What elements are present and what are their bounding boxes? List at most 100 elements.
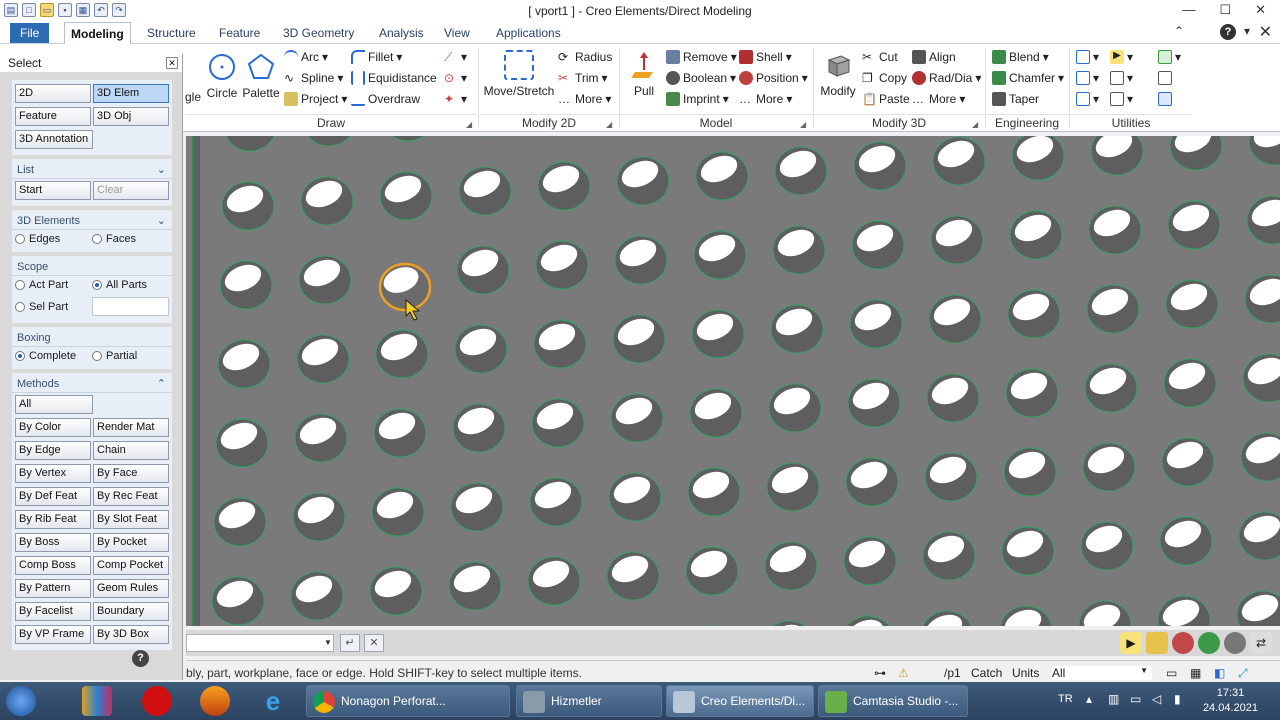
help-dropdown-icon[interactable]: ▾ [1244, 24, 1250, 38]
hole[interactable] [693, 230, 747, 280]
rectangle-button[interactable]: gle [184, 56, 202, 104]
filter-feature-button[interactable]: Feature [15, 107, 91, 126]
taskbar-item[interactable]: Creo Elements/Di... [666, 685, 814, 717]
maximize-button[interactable]: ☐ [1219, 2, 1231, 18]
cut-button[interactable]: ✂ Cut [862, 50, 898, 64]
hole[interactable] [845, 457, 899, 507]
hole[interactable] [768, 383, 822, 433]
help-icon[interactable]: ? [1220, 24, 1236, 40]
complete-radio[interactable]: Complete [15, 350, 92, 362]
firefox-icon[interactable] [200, 686, 230, 716]
palette-button[interactable]: Palette [242, 52, 280, 100]
help-icon[interactable]: ? [132, 650, 149, 667]
ribbon-options-icon[interactable]: ⌃ [1174, 24, 1184, 38]
hole[interactable] [1236, 590, 1280, 626]
internet-explorer-icon[interactable]: e [258, 686, 288, 716]
hole[interactable] [298, 255, 352, 305]
hole[interactable] [1082, 442, 1136, 492]
taskbar-item[interactable]: Hizmetler [516, 685, 662, 717]
more-3d-button[interactable]: … More ▾ [912, 92, 965, 106]
hole[interactable] [1244, 274, 1280, 324]
utility-button-2[interactable]: ▾ [1076, 71, 1099, 85]
hole[interactable] [608, 472, 662, 522]
battery-icon[interactable]: ▭ [1130, 692, 1141, 706]
tab-file[interactable]: File [10, 23, 50, 43]
modify-3d-launcher-icon[interactable]: ◢ [972, 120, 978, 129]
hole[interactable] [770, 304, 824, 354]
paste-button[interactable]: 📋 Paste [862, 92, 910, 106]
select-arrow-icon[interactable]: ▶ [1120, 632, 1142, 654]
line-tool-button[interactable]: ⟋ ▾ [444, 50, 467, 64]
tray-expand-icon[interactable]: ▴ [1086, 692, 1092, 706]
hole[interactable] [1086, 284, 1140, 334]
hole[interactable] [606, 551, 660, 601]
hole[interactable] [531, 398, 585, 448]
filter-3d-annotation-button[interactable]: 3D Annotation [15, 130, 93, 149]
filter-3d-obj-button[interactable]: 3D Obj [93, 107, 169, 126]
enter-button[interactable]: ↵ [340, 634, 360, 652]
table-button[interactable] [1158, 92, 1172, 106]
method-button[interactable]: By Slot Feat [93, 510, 169, 529]
chevron-down-icon[interactable]: ▼ [324, 638, 332, 647]
overdraw-button[interactable]: Overdraw [351, 92, 420, 106]
hole[interactable] [687, 467, 741, 517]
pinned-app-icon[interactable] [82, 686, 112, 716]
hole[interactable] [851, 220, 905, 270]
hole[interactable] [296, 334, 350, 384]
method-button[interactable]: Boundary [93, 602, 169, 621]
hole[interactable] [1238, 511, 1280, 561]
hole[interactable] [1078, 600, 1132, 626]
hole[interactable] [382, 136, 434, 142]
hole[interactable] [1009, 210, 1063, 260]
hole[interactable] [290, 571, 344, 621]
hole[interactable] [448, 561, 502, 611]
close-button[interactable]: ✕ [1255, 2, 1266, 18]
tab-modeling[interactable]: Modeling [64, 22, 131, 44]
method-button[interactable]: By Boss [15, 533, 91, 552]
method-button[interactable]: Render Mat [93, 418, 169, 437]
trim-button[interactable]: ✂ Trim ▾ [558, 71, 608, 85]
hole[interactable] [450, 482, 504, 532]
circle-button[interactable]: Circle [205, 52, 239, 100]
hole[interactable] [454, 324, 508, 374]
fit-icon[interactable]: ⤢ [1238, 666, 1248, 681]
hole[interactable] [930, 215, 984, 265]
hole[interactable] [1080, 521, 1134, 571]
hole[interactable] [303, 136, 355, 147]
tab-applications[interactable]: Applications [490, 22, 567, 44]
chevron-down-icon[interactable]: ⌄ [157, 161, 166, 179]
units-button[interactable]: Units [1012, 666, 1039, 680]
partial-radio[interactable]: Partial [92, 350, 169, 362]
hole[interactable] [292, 492, 346, 542]
hole[interactable] [616, 156, 670, 206]
hole[interactable] [926, 373, 980, 423]
act-part-radio[interactable]: Act Part [15, 279, 92, 291]
method-button[interactable]: By Color [15, 418, 91, 437]
start-button[interactable] [6, 686, 36, 716]
hole[interactable] [684, 625, 736, 626]
hole[interactable] [928, 294, 982, 344]
hole[interactable] [842, 615, 894, 626]
hole[interactable] [849, 299, 903, 349]
warning-icon[interactable]: ⚠ [898, 666, 909, 680]
selection-filter-select[interactable]: All ▼ [1052, 666, 1152, 680]
sel-part-input[interactable] [91, 297, 169, 316]
sphere-icon[interactable] [1224, 632, 1246, 654]
clear-button[interactable]: Clear [93, 181, 169, 200]
hole[interactable] [300, 176, 354, 226]
hole[interactable] [772, 225, 826, 275]
cancel-button[interactable]: ✕ [364, 634, 384, 652]
info-button[interactable]: ▾ [1110, 92, 1133, 106]
spline-button[interactable]: ∿ Spline ▾ [284, 71, 343, 85]
utility-button-3[interactable]: ▾ [1076, 92, 1099, 106]
equidistance-button[interactable]: Equidistance [351, 71, 437, 85]
hole[interactable] [535, 240, 589, 290]
catch-button[interactable]: Catch [971, 666, 1002, 680]
hole[interactable] [843, 536, 897, 586]
volume-icon[interactable]: ◁ [1152, 692, 1161, 706]
hole[interactable] [1088, 205, 1142, 255]
method-button[interactable]: Geom Rules [93, 579, 169, 598]
filter-icon[interactable]: ⊶ [874, 666, 886, 680]
hole[interactable] [1090, 136, 1144, 176]
hole[interactable] [691, 309, 745, 359]
